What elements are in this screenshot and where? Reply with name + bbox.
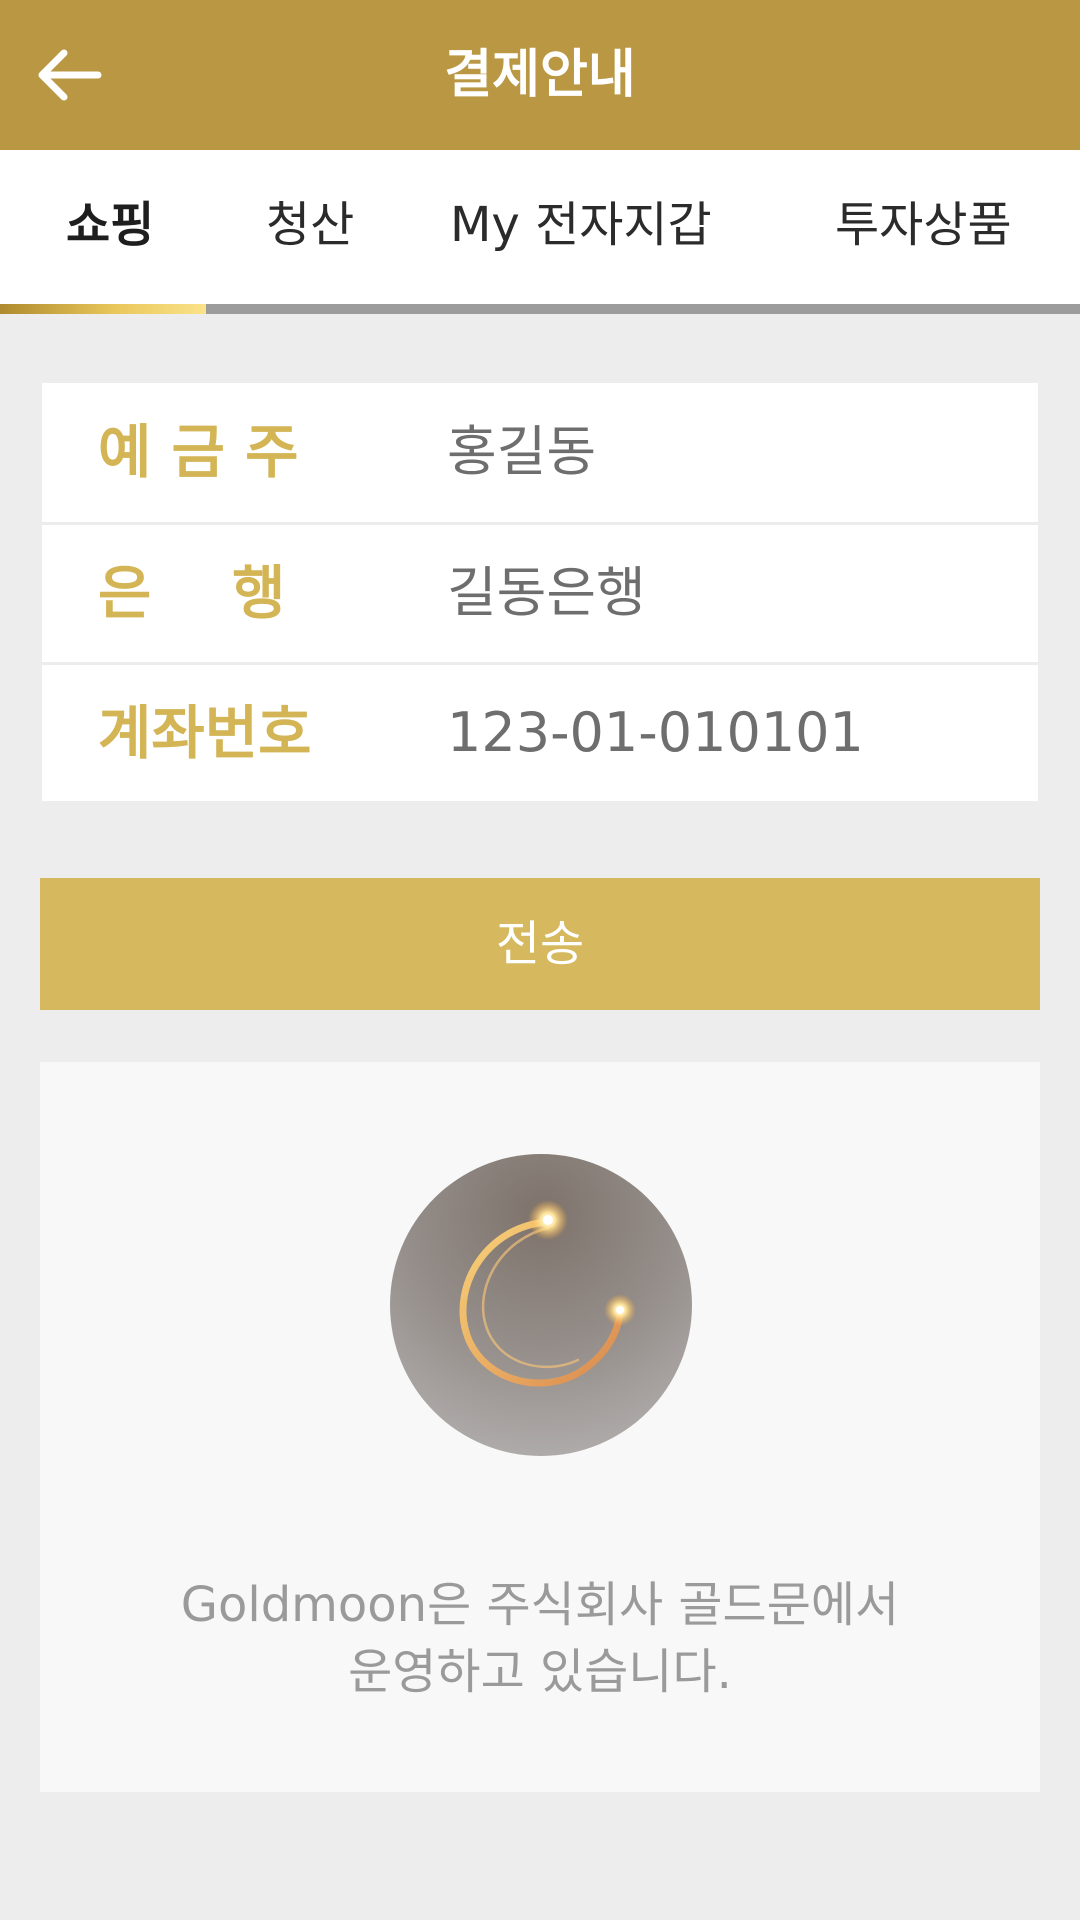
account-number-row: 계좌번호 123-01-010101 — [42, 664, 1038, 802]
tab-settlement[interactable]: 청산 — [266, 150, 354, 300]
account-holder-value: 홍길동 — [447, 420, 597, 483]
account-number-label: 계좌번호 — [98, 699, 312, 767]
goldmoon-crescent-logo-icon — [390, 1154, 692, 1456]
account-holder-label: 예 금 주 — [98, 418, 299, 486]
tab-active-indicator — [0, 304, 206, 314]
tab-shopping[interactable]: 쇼핑 — [66, 150, 154, 300]
bank-label: 은 행 — [98, 559, 286, 627]
account-number-value: 123-01-010101 — [447, 701, 864, 764]
bank-row: 은 행 길동은행 — [42, 524, 1038, 662]
tab-investment[interactable]: 투자상품 — [835, 150, 1012, 300]
send-button[interactable]: 전송 — [40, 878, 1040, 1010]
bank-value: 길동은행 — [447, 561, 646, 624]
account-info-card: 예 금 주 홍길동 은 행 길동은행 계좌번호 123-01-010101 — [42, 383, 1038, 801]
company-info-card: Goldmoon은 주식회사 골드문에서 운영하고 있습니다. — [40, 1062, 1040, 1792]
company-notice-line-2: 운영하고 있습니다. — [348, 1644, 732, 1700]
page-title: 결제안내 — [444, 45, 636, 105]
tab-my-wallet[interactable]: My 전자지갑 — [450, 150, 712, 300]
app-header: 결제안내 — [0, 0, 1080, 150]
tab-bar: 쇼핑 청산 My 전자지갑 투자상품 — [0, 150, 1080, 314]
account-holder-row: 예 금 주 홍길동 — [42, 383, 1038, 521]
company-notice-line-1: Goldmoon은 주식회사 골드문에서 — [180, 1577, 900, 1633]
